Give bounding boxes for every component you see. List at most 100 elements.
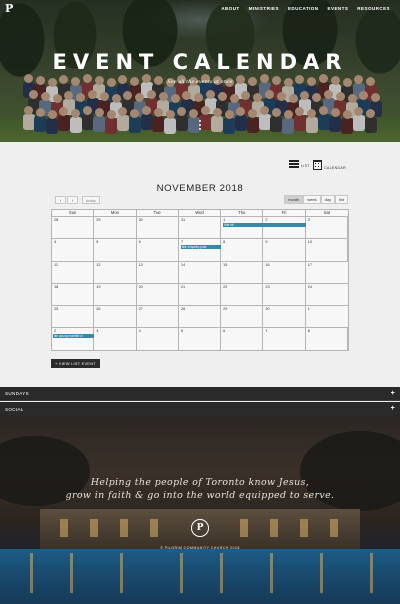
today-button[interactable]: today (82, 196, 100, 204)
hero-banner: P ABOUT MINISTRIES EDUCATION EVENTS RESO… (0, 0, 400, 142)
list-icon (289, 160, 299, 168)
calendar-week-row: 28 29 30 31 1 2 3 title hit (52, 217, 348, 240)
calendar-day-cell[interactable]: 28 (52, 217, 95, 239)
day-view-button[interactable]: day (320, 195, 336, 204)
calendar-grid: Sun Mon Tue Wed Thu Fri Sat 28 29 30 31 1 2 3 t… (51, 209, 349, 351)
calendar-day-cell[interactable]: 24 (306, 284, 348, 305)
calendar-week-row: 11 12 13 14 15 16 17 (52, 261, 348, 284)
calendar-day-cell[interactable]: 5 (179, 328, 222, 351)
footer-banner: Helping the people of Toronto know Jesus… (0, 416, 400, 604)
calendar-day-cell[interactable]: 12 (94, 261, 137, 283)
calendar-event[interactable]: title hit (223, 223, 307, 227)
calendar-event[interactable]: lite young married cl (53, 334, 94, 339)
calendar-day-cell[interactable]: 31 (179, 217, 222, 239)
calendar-event[interactable]: title whyarby post (180, 245, 222, 250)
month-view-button[interactable]: month (284, 195, 304, 204)
weekday-header: Wed (179, 210, 222, 216)
calendar-day-cell[interactable]: 28 (179, 306, 222, 328)
calendar-week-row: 18 19 20 21 22 23 24 (52, 283, 348, 307)
calendar-month-title: NOVEMBER 2018 (156, 183, 244, 194)
calendar-day-cell[interactable]: 29 (94, 217, 137, 239)
calendar-day-cell[interactable]: 30 (263, 306, 306, 328)
calendar-day-cell[interactable]: 2 (52, 328, 95, 351)
calendar-day-cell[interactable]: 20 (137, 283, 179, 306)
nav-item-about[interactable]: ABOUT (221, 6, 239, 11)
calendar-day-cell[interactable]: 16 (263, 261, 306, 283)
calendar-day-cell[interactable]: 30 (137, 217, 179, 239)
calendar-day-cell[interactable]: 14 (179, 261, 222, 283)
week-view-button[interactable]: week (303, 195, 321, 204)
nav-item-events[interactable]: EVENTS (328, 6, 349, 11)
top-nav: ABOUT MINISTRIES EDUCATION EVENTS RESOUR… (221, 6, 390, 11)
calendar-day-cell[interactable]: 2 (263, 217, 306, 239)
site-logo[interactable]: P (5, 3, 15, 15)
sundays-accordion[interactable]: SUNDAYS + (0, 387, 400, 401)
calendar-day-cell[interactable]: 1 (221, 217, 264, 239)
calendar-day-cell[interactable]: 7 (263, 328, 306, 351)
calendar-week-row: 4 5 6 7 8 9 10 title whyarby post (52, 239, 348, 262)
weekday-header: Sun (52, 210, 95, 216)
calendar-icon (313, 160, 322, 170)
calendar-day-cell[interactable]: 3 (306, 217, 348, 239)
next-month-button[interactable]: › (67, 196, 78, 204)
calendar-day-cell[interactable]: 8 (306, 328, 348, 351)
calendar-week-row: 2 3 4 5 6 7 8 lite young married cl (52, 328, 348, 351)
calendar-day-cell[interactable]: 29 (221, 306, 264, 328)
tagline-line-2: grow in faith & go into the world equipp… (65, 490, 335, 501)
weekday-header: Mon (94, 210, 137, 216)
nav-item-resources[interactable]: RESOURCES (357, 6, 390, 11)
social-accordion[interactable]: SOCIAL + (0, 402, 400, 416)
copyright-text: © PILGRIM COMMUNITY CHURCH 2018 (160, 546, 240, 550)
footer-logo[interactable]: P (191, 519, 209, 537)
calendar-view-toggle[interactable]: CALENDAR (313, 160, 346, 170)
scroll-indicator-icon[interactable] (199, 120, 201, 132)
page-title: EVENT CALENDAR (52, 50, 348, 74)
calendar-day-cell[interactable]: 22 (221, 283, 264, 306)
calendar-day-cell[interactable]: 23 (263, 283, 306, 306)
weekday-header: Fri (263, 210, 306, 216)
calendar-day-cell[interactable]: 6 (221, 328, 264, 351)
calendar-day-cell[interactable]: 7 (179, 239, 222, 261)
calendar-day-cell[interactable]: 5 (94, 239, 137, 261)
prev-month-button[interactable]: ‹ (55, 196, 66, 204)
list-view-button[interactable]: list (335, 195, 348, 204)
calendar-day-cell[interactable]: 4 (52, 239, 95, 261)
calendar-day-cell[interactable]: 10 (306, 239, 348, 261)
calendar-day-cell[interactable]: 27 (137, 306, 179, 328)
list-view-toggle[interactable]: LIST (289, 160, 310, 168)
calendar-view-buttons: month week day list (284, 195, 348, 204)
calendar-day-cell[interactable]: 6 (137, 239, 179, 261)
calendar-day-cell[interactable]: 17 (306, 262, 348, 283)
weekday-header: Tue (137, 210, 179, 216)
calendar-day-cell[interactable]: 11 (52, 261, 95, 283)
calendar-day-cell[interactable]: 3 (94, 328, 137, 351)
nav-item-ministries[interactable]: MINISTRIES (249, 6, 279, 11)
calendar-day-cell[interactable]: 25 (52, 306, 95, 328)
calendar-day-cell[interactable]: 19 (94, 283, 137, 306)
calendar-day-cell[interactable]: 18 (52, 283, 95, 306)
calendar-day-cell[interactable]: 9 (263, 239, 306, 261)
calendar-day-cell[interactable]: 15 (221, 261, 264, 283)
calendar-day-cell[interactable]: 21 (179, 283, 222, 306)
calendar-day-cell[interactable]: 8 (221, 239, 264, 261)
weekday-header-row: Sun Mon Tue Wed Thu Fri Sat (52, 210, 348, 217)
footer-tagline: Helping the people of Toronto know Jesus… (0, 476, 400, 502)
calendar-view-label: CALENDAR (324, 166, 346, 170)
calendar-day-cell[interactable]: 13 (137, 261, 179, 283)
calendar-day-cell[interactable]: 1 (306, 306, 348, 327)
weekday-header: Sat (323, 210, 330, 215)
view-list-event-button[interactable]: + VIEW LIST EVENT (51, 359, 100, 368)
page-subtitle: See all the events at once (167, 79, 233, 85)
plus-icon: + (390, 405, 395, 412)
calendar-week-row: 25 26 27 28 29 30 1 (52, 306, 348, 329)
sundays-label: SUNDAYS (5, 391, 29, 396)
calendar-day-cell[interactable]: 4 (137, 328, 179, 351)
calendar-day-cell[interactable]: 26 (94, 306, 137, 328)
footer-pool (0, 549, 400, 604)
calendar-nav-buttons: ‹ › today (55, 196, 100, 204)
nav-item-education[interactable]: EDUCATION (288, 6, 319, 11)
list-view-label: LIST (301, 164, 310, 168)
plus-icon: + (390, 390, 395, 397)
social-label: SOCIAL (5, 406, 24, 412)
weekday-header: Thu (221, 210, 264, 216)
